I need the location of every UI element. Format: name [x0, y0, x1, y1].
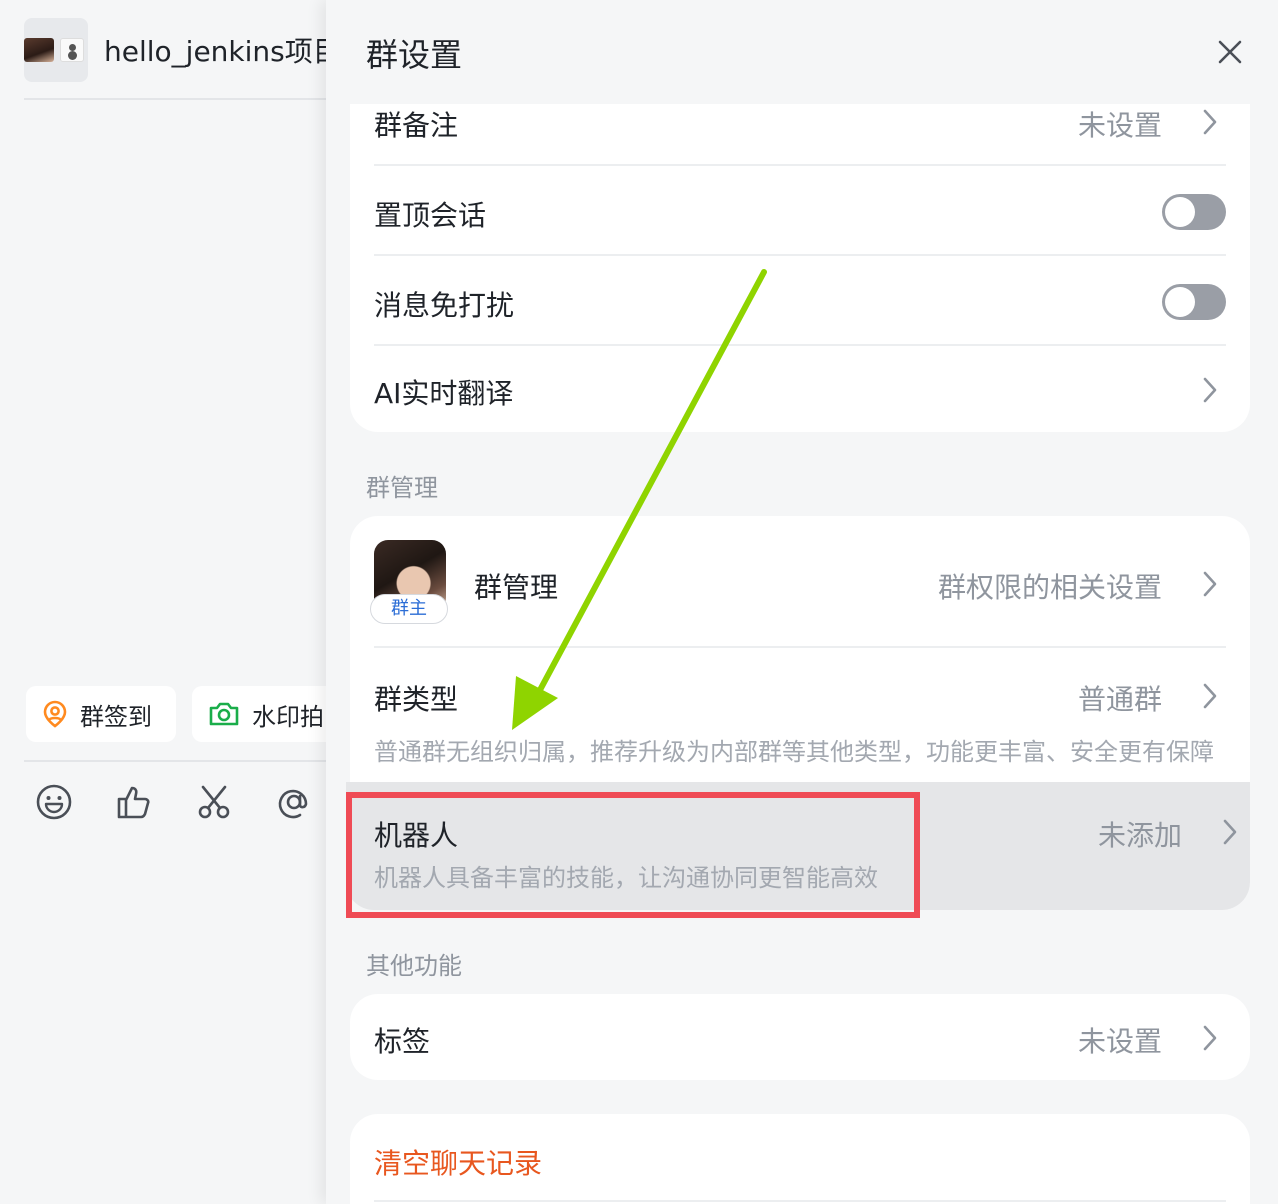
- chat-pane: hello_jenkins项目 群签到 水印拍: [0, 0, 352, 1204]
- at-icon[interactable]: [274, 782, 314, 822]
- mute-row: 消息免打扰: [374, 256, 1226, 346]
- row-label: 群类型: [374, 683, 459, 716]
- emoji-icon[interactable]: [34, 782, 74, 822]
- basic-settings-card: 群备注 未设置 置顶会话 消息免打扰 AI实时翻译: [350, 60, 1250, 432]
- camera-icon: [208, 701, 240, 727]
- chevron-right-icon: [1198, 568, 1222, 600]
- divider: [24, 98, 326, 100]
- chevron-right-icon: [1218, 816, 1242, 848]
- chevron-right-icon: [1198, 1022, 1222, 1054]
- tag-row[interactable]: 标签 未设置: [374, 994, 1226, 1080]
- checkin-label: 群签到: [80, 702, 152, 731]
- row-label: AI实时翻译: [374, 377, 514, 410]
- row-value: 群权限的相关设置: [937, 571, 1162, 604]
- danger-card: 清空聊天记录: [350, 1114, 1250, 1204]
- mute-toggle[interactable]: [1162, 284, 1226, 320]
- clear-history-button[interactable]: 清空聊天记录: [374, 1142, 542, 1182]
- chevron-right-icon: [1198, 680, 1222, 712]
- row-label: 群管理: [474, 571, 559, 604]
- row-label: 标签: [374, 1025, 431, 1058]
- chevron-right-icon: [1198, 106, 1222, 138]
- divider: [24, 760, 326, 762]
- owner-badge: 群主: [370, 594, 448, 624]
- group-avatar[interactable]: [24, 18, 88, 82]
- other-features-card: 标签 未设置: [350, 994, 1250, 1080]
- panel-title: 群设置: [366, 36, 463, 74]
- row-label: 置顶会话: [374, 199, 487, 232]
- clear-history-row[interactable]: 清空聊天记录: [374, 1114, 1226, 1202]
- thumbs-up-icon[interactable]: [114, 782, 154, 822]
- close-icon[interactable]: [1212, 34, 1248, 70]
- group-settings-panel: 群设置 群备注 未设置 置顶会话 消息免打扰 AI实时翻译 群管理 群主 群管理…: [326, 0, 1278, 1204]
- panel-header: 群设置: [326, 0, 1278, 104]
- group-manage-row[interactable]: 群主 群管理 群权限的相关设置: [350, 516, 1250, 648]
- row-label: 群备注: [374, 109, 459, 142]
- highlight-box: [346, 792, 920, 918]
- watermark-camera-label: 水印拍: [252, 702, 324, 731]
- chat-title[interactable]: hello_jenkins项目: [104, 30, 341, 70]
- section-title-other: 其他功能: [366, 952, 462, 980]
- location-pin-icon: [42, 700, 68, 728]
- chat-header: hello_jenkins项目: [24, 18, 341, 82]
- row-value: 未设置: [1077, 1025, 1162, 1058]
- group-type-row[interactable]: 群类型 普通群 普通群无组织归属，推荐升级为内部群等其他类型，功能更丰富、安全更…: [350, 648, 1250, 782]
- row-value: 未添加: [1097, 819, 1182, 852]
- pin-chat-toggle[interactable]: [1162, 194, 1226, 230]
- chevron-right-icon: [1198, 374, 1222, 406]
- member-avatar: [24, 38, 54, 62]
- row-description: 普通群无组织归属，推荐升级为内部群等其他类型，功能更丰富、安全更有保障: [374, 738, 1214, 766]
- checkin-button[interactable]: 群签到: [26, 686, 176, 742]
- pin-chat-row: 置顶会话: [374, 166, 1226, 256]
- ai-translate-row[interactable]: AI实时翻译: [374, 346, 1226, 432]
- row-label: 消息免打扰: [374, 289, 515, 322]
- section-title-group-mgmt: 群管理: [366, 474, 438, 502]
- row-value: 普通群: [1077, 683, 1162, 716]
- member-avatar: [60, 38, 84, 62]
- scissors-icon[interactable]: [194, 782, 234, 822]
- row-value: 未设置: [1077, 109, 1162, 142]
